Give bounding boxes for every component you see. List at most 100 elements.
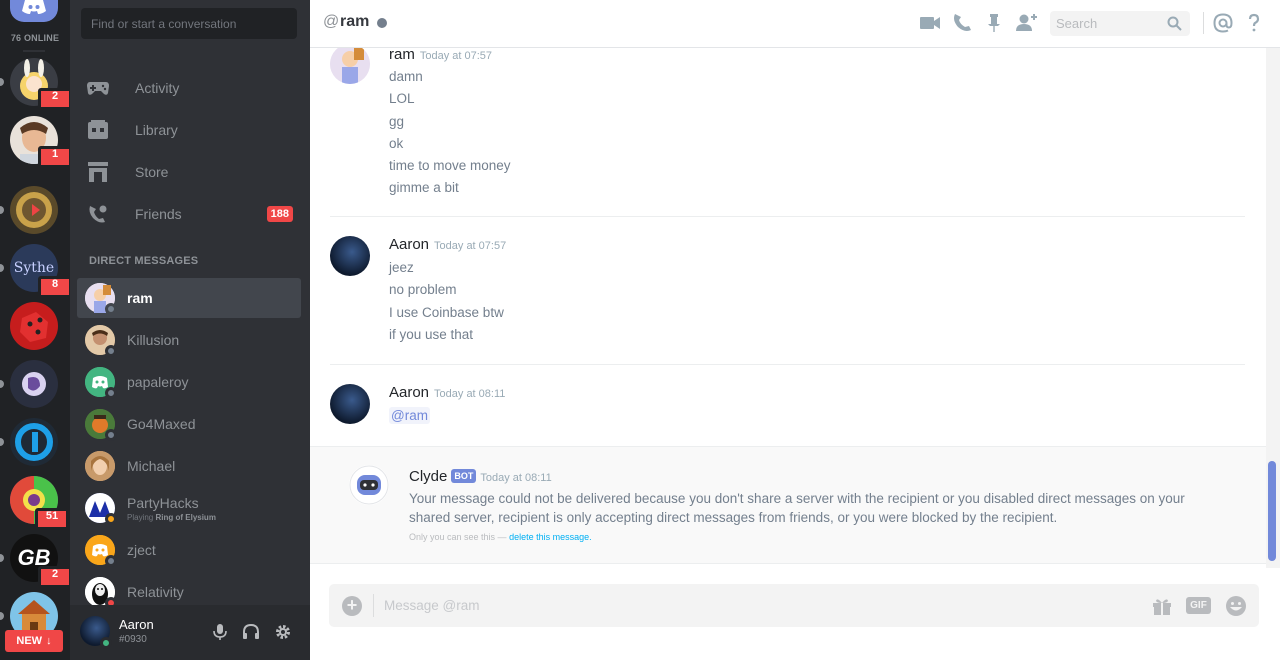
nav-store[interactable]: Store (78, 152, 302, 192)
server-icon-7[interactable] (10, 418, 58, 466)
user-tag: #0930 (119, 634, 147, 645)
pin-icon[interactable] (983, 12, 1005, 34)
mention-icon[interactable] (1212, 12, 1234, 34)
ephemeral-note: Only you can see this — delete this mess… (409, 532, 592, 542)
header-divider (1203, 12, 1204, 34)
message-timestamp: Today at 07:57 (434, 240, 507, 252)
new-unreads-button[interactable]: NEW ↓ (5, 630, 63, 652)
delete-message-link[interactable]: delete this message. (509, 532, 592, 542)
video-call-icon[interactable] (919, 12, 941, 34)
home-button[interactable] (10, 0, 58, 22)
dm-item-go4maxed[interactable]: Go4Maxed (77, 404, 301, 444)
message-scrollbar[interactable] (1266, 48, 1280, 568)
search-placeholder: Search (1056, 16, 1098, 31)
dm-activity: Playing Ring of Elysium (127, 513, 216, 522)
dm-item-ram[interactable]: ram (77, 278, 301, 318)
message-text: time to move money (389, 158, 511, 173)
message-divider (330, 364, 1245, 365)
message-author[interactable]: Clyde BOT Today at 08:11 (409, 468, 552, 485)
message-text: gg (389, 114, 405, 129)
microphone-icon[interactable] (211, 623, 229, 641)
note-text: Only you can see this — (409, 532, 507, 542)
avatar[interactable] (330, 384, 370, 424)
dm-item-partyhacks[interactable]: PartyHacks Playing Ring of Elysium (77, 488, 301, 528)
status-offline-indicator (105, 429, 117, 441)
server-rail: 76 ONLINE 2 1 Sythe 8 51 GB 2 NEW ↓ (0, 0, 72, 660)
add-friend-icon[interactable] (1015, 12, 1037, 34)
message-text: ok (389, 136, 404, 151)
gamepad-icon (86, 76, 110, 100)
chat-header: @ ram Search (310, 0, 1280, 48)
unread-pill (0, 554, 4, 562)
gif-button[interactable]: GIF (1186, 597, 1211, 614)
header-search-input[interactable]: Search (1050, 11, 1190, 36)
at-symbol: @ (323, 13, 340, 30)
message-text: if you use that (389, 327, 474, 342)
dm-name: Go4Maxed (127, 416, 196, 432)
message-author[interactable]: ram Today at 07:57 (389, 48, 492, 63)
clyde-avatar[interactable] (349, 465, 389, 505)
dm-item-michael[interactable]: Michael (77, 446, 301, 486)
nav-activity[interactable]: Activity (78, 68, 302, 108)
channel-title: ram (340, 13, 370, 30)
avatar (85, 367, 117, 399)
library-icon (86, 118, 110, 142)
activity-game: Ring of Elysium (155, 512, 216, 522)
emoji-icon[interactable] (1225, 595, 1247, 617)
message-timestamp: Today at 07:57 (419, 50, 493, 62)
friends-icon (86, 202, 110, 226)
server-badge: 2 (38, 88, 72, 110)
dm-name: Relativity (127, 584, 184, 600)
author-name: ram (389, 48, 415, 63)
user-mention[interactable]: @ram (389, 407, 430, 424)
headphones-icon[interactable] (242, 623, 260, 641)
dm-section-header: DIRECT MESSAGES (89, 255, 199, 267)
server-icon-3[interactable] (10, 186, 58, 234)
avatar[interactable] (330, 236, 370, 276)
unread-pill (0, 438, 4, 446)
activity-prefix: Playing (127, 512, 154, 522)
dm-item-zject[interactable]: zject (77, 530, 301, 570)
unread-pill (0, 264, 4, 272)
dm-name: PartyHacks (127, 494, 199, 511)
upload-plus-icon[interactable]: + (342, 596, 362, 616)
message-text: LOL (389, 91, 415, 106)
server-icon-5[interactable] (10, 302, 58, 350)
nav-friends[interactable]: Friends 188 (78, 194, 302, 234)
dm-name: Michael (127, 458, 176, 474)
message-text: @ram (389, 407, 430, 424)
message-timestamp: Today at 08:11 (480, 472, 552, 484)
gift-icon[interactable] (1151, 595, 1173, 617)
server-badge: 8 (38, 276, 72, 298)
nav-library[interactable]: Library (78, 110, 302, 150)
message-author[interactable]: Aaron Today at 07:57 (389, 236, 506, 253)
arrow-down-icon: ↓ (46, 635, 52, 647)
server-icon-6[interactable] (10, 360, 58, 408)
message-composer: + Message @ram GIF (329, 584, 1259, 627)
author-name: Aaron (389, 384, 430, 401)
message-author[interactable]: Aaron Today at 08:11 (389, 384, 505, 401)
server-label: Sythe (13, 260, 55, 276)
message-text: gimme a bit (389, 180, 459, 195)
message-text: Your message could not be delivered beca… (409, 491, 1185, 525)
nav-label: Store (135, 164, 169, 180)
search-icon (1167, 16, 1182, 31)
author-name: Aaron (389, 236, 430, 253)
find-conversation-input[interactable]: Find or start a conversation (81, 8, 297, 39)
dm-sidebar: Find or start a conversation Activity Li… (70, 0, 310, 660)
message-input[interactable]: Message @ram (384, 598, 479, 613)
author-name: Clyde (409, 468, 448, 485)
settings-gear-icon[interactable] (274, 623, 292, 641)
message-text: I use Coinbase btw (389, 305, 504, 320)
friends-count-badge: 188 (266, 206, 293, 222)
new-label: NEW (16, 635, 43, 647)
avatar (85, 409, 117, 441)
message-text: no problem (389, 282, 457, 297)
dm-item-papaleroy[interactable]: papaleroy (77, 362, 301, 402)
dm-item-killusion[interactable]: Killusion (77, 320, 301, 360)
scrollbar-thumb[interactable] (1268, 461, 1276, 561)
voice-call-icon[interactable] (951, 12, 973, 34)
avatar[interactable] (330, 48, 370, 84)
unread-pill (0, 612, 4, 620)
help-icon[interactable] (1243, 12, 1265, 34)
